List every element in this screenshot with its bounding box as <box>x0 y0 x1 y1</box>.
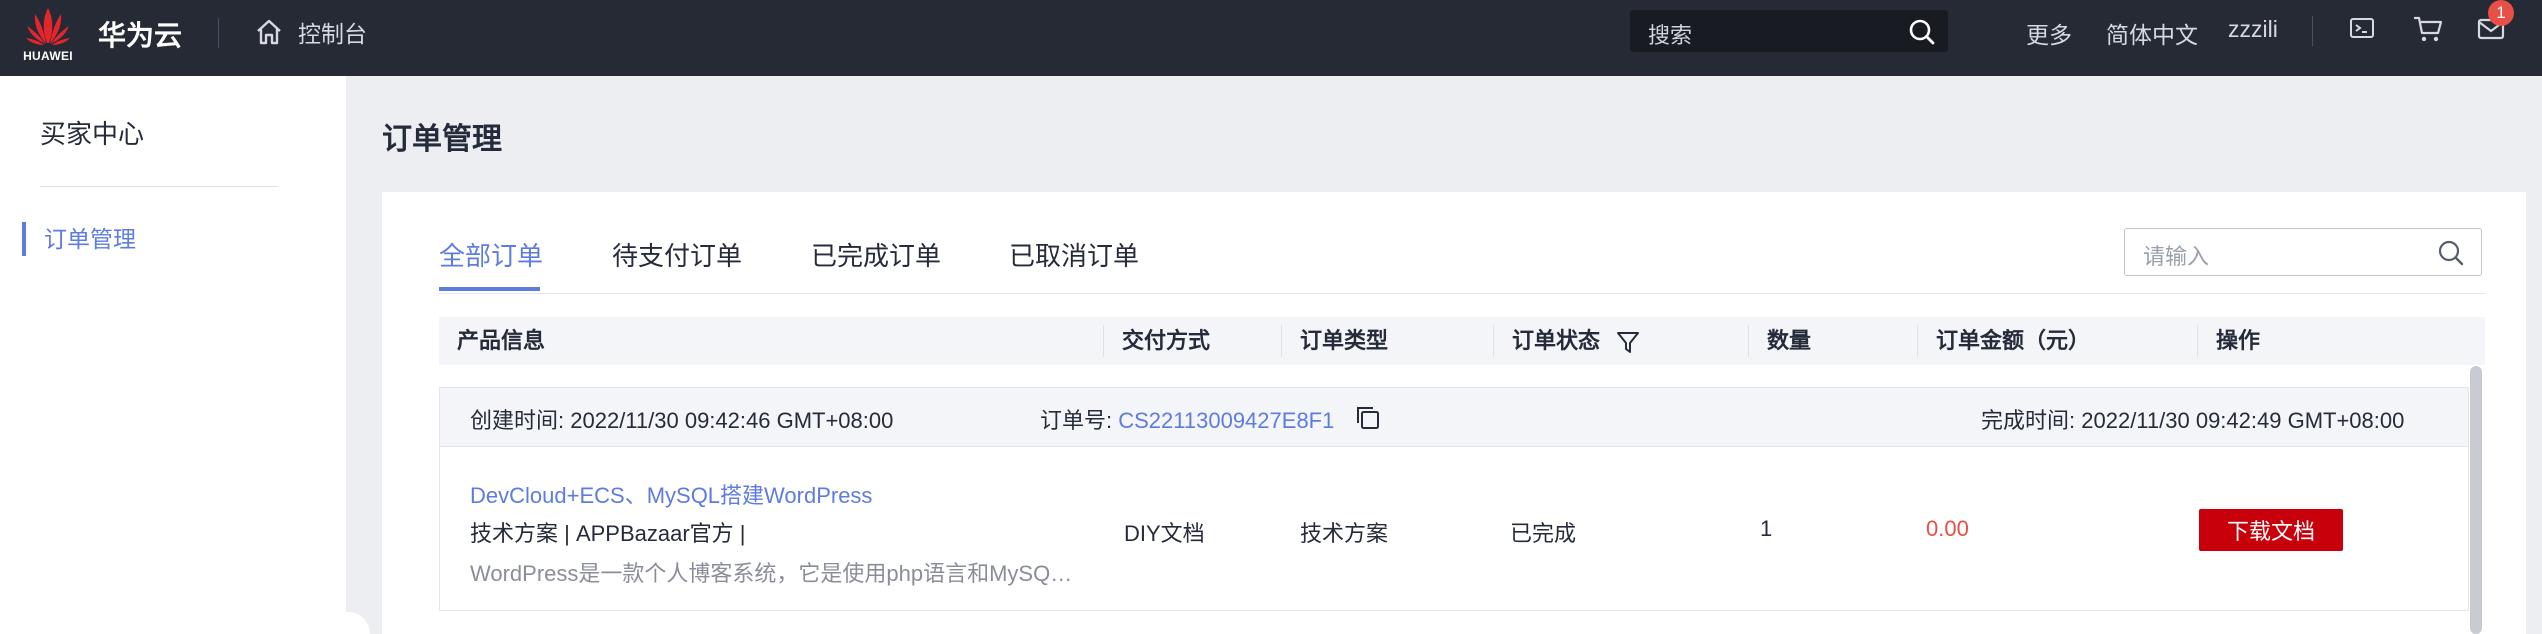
divider <box>218 18 219 48</box>
console-link[interactable]: 控制台 <box>254 14 367 50</box>
page-title: 订单管理 <box>382 123 502 156</box>
table-scrollbar[interactable] <box>2470 366 2482 634</box>
product-name-link[interactable]: DevCloud+ECS、MySQL搭建WordPress <box>470 478 872 510</box>
logo-text: HUAWEI <box>23 49 73 63</box>
order-number: 订单号: CS22113009427E8F1 <box>1040 403 1334 435</box>
product-description: WordPress是一款个人博客系统，它是使用php语言和MySQL数据库开发的 <box>470 561 1078 586</box>
download-document-button[interactable]: 下载文档 <box>2199 509 2343 551</box>
completed-time-label: 完成时间: <box>1981 408 2076 433</box>
console-label: 控制台 <box>298 21 367 47</box>
column-header-action: 操作 <box>2216 328 2261 353</box>
search-icon[interactable] <box>1908 18 1936 46</box>
order-number-label: 订单号: <box>1040 408 1113 433</box>
order-search-input[interactable]: 请输入 <box>2124 228 2482 276</box>
order-amount: 0.00 <box>1926 516 1969 541</box>
shopping-cart-icon[interactable] <box>2412 14 2444 44</box>
active-tab-indicator <box>439 287 540 291</box>
column-header-type: 订单类型 <box>1300 328 1389 353</box>
search-icon[interactable] <box>2437 239 2465 267</box>
tab-all-orders[interactable]: 全部订单 <box>439 236 543 273</box>
huawei-logo[interactable]: HUAWEI <box>22 6 74 63</box>
filter-icon[interactable] <box>1615 329 1641 355</box>
top-navigation-bar: HUAWEI 华为云 控制台 搜索 更多 简体中文 zzzili 1 <box>0 0 2542 76</box>
language-selector[interactable]: 简体中文 <box>2106 16 2198 50</box>
created-time-value: 2022/11/30 09:42:46 GMT+08:00 <box>570 408 894 433</box>
order-number-link[interactable]: CS22113009427E8F1 <box>1118 408 1334 433</box>
home-icon <box>257 19 281 45</box>
terminal-icon[interactable] <box>2348 14 2376 42</box>
global-search-box[interactable]: 搜索 <box>1630 10 1948 52</box>
order-type: 技术方案 <box>1300 521 1389 546</box>
column-header-quantity: 数量 <box>1767 328 1812 353</box>
tab-pending-payment[interactable]: 待支付订单 <box>612 236 742 273</box>
column-header-product: 产品信息 <box>457 328 546 353</box>
column-header-amount: 订单金额（元） <box>1936 328 2091 353</box>
created-time-label: 创建时间: <box>470 408 565 433</box>
delivery-method: DIY文档 <box>1124 521 1205 546</box>
divider <box>2312 16 2313 46</box>
sidebar: 买家中心 订单管理 <box>0 76 346 634</box>
column-header-status: 订单状态 <box>1512 328 1601 353</box>
product-tags: 技术方案 | APPBazaar官方 | <box>470 521 746 546</box>
order-status: 已完成 <box>1510 521 1577 546</box>
sidebar-item-order-management[interactable]: 订单管理 <box>22 222 136 256</box>
divider <box>40 186 278 187</box>
order-completed-time: 完成时间: 2022/11/30 09:42:49 GMT+08:00 <box>1981 403 2404 435</box>
global-search-placeholder: 搜索 <box>1648 23 1693 48</box>
tab-completed[interactable]: 已完成订单 <box>811 236 941 273</box>
sidebar-title: 买家中心 <box>40 119 145 149</box>
completed-time-value: 2022/11/30 09:42:49 GMT+08:00 <box>2081 408 2405 433</box>
column-header-delivery: 交付方式 <box>1122 328 1211 353</box>
huawei-flower-icon <box>26 8 70 45</box>
order-created-time: 创建时间: 2022/11/30 09:42:46 GMT+08:00 <box>470 403 893 435</box>
order-search-placeholder: 请输入 <box>2143 244 2210 269</box>
more-menu[interactable]: 更多 <box>2026 16 2072 50</box>
tab-cancelled[interactable]: 已取消订单 <box>1009 236 1139 273</box>
copy-icon[interactable] <box>1354 404 1382 432</box>
table-header: 产品信息 交付方式 订单类型 订单状态 数量 订单金额（元） 操作 <box>439 317 2485 365</box>
message-count-badge: 1 <box>2488 0 2514 26</box>
sidebar-corner <box>346 612 370 634</box>
brand-name[interactable]: 华为云 <box>98 14 182 54</box>
user-menu[interactable]: zzzili <box>2228 16 2278 43</box>
divider <box>439 293 2485 294</box>
order-quantity: 1 <box>1760 516 1773 541</box>
